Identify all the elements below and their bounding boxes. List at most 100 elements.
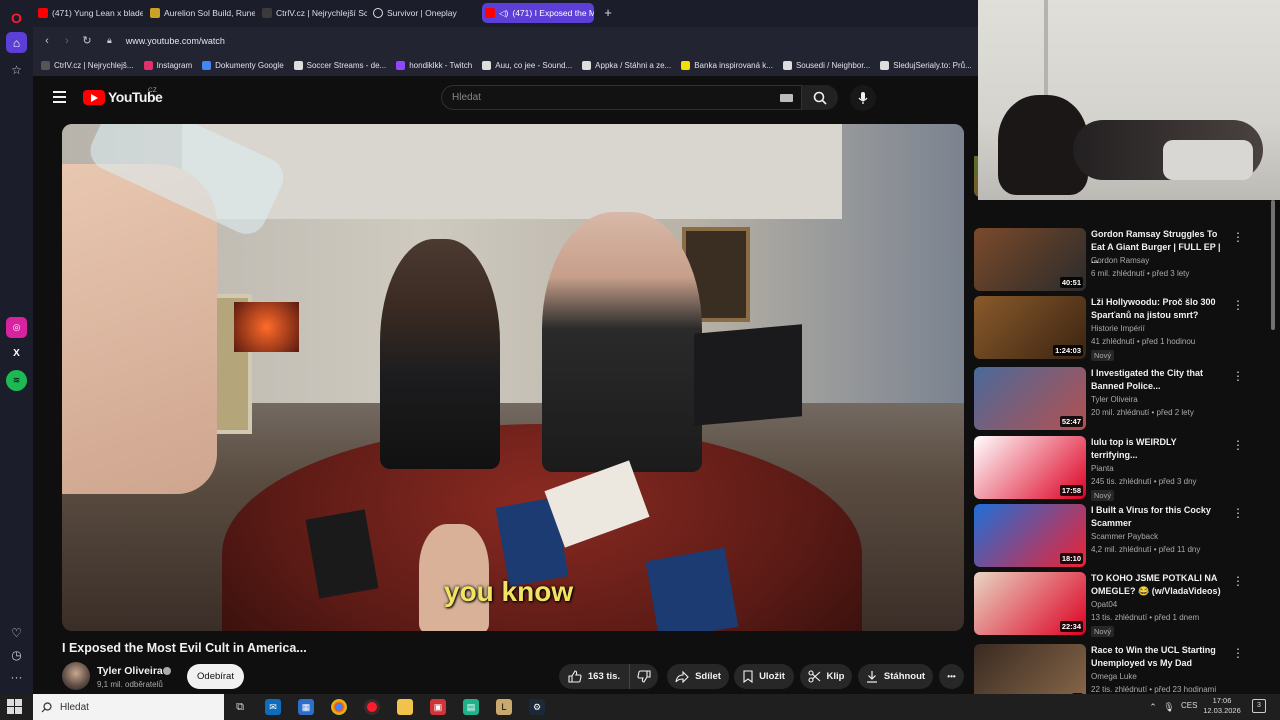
x-twitter-icon[interactable]: X — [6, 343, 27, 364]
tab-survivor[interactable]: Survivor | Oneplay — [370, 3, 478, 23]
recommendation-thumbnail[interactable]: 17:58 — [974, 436, 1086, 499]
tab-active-video[interactable]: ◁) (471) I Exposed the M — [482, 3, 594, 23]
more-vert-icon[interactable]: ⋮ — [1232, 506, 1244, 520]
recommendation-item[interactable]: ◷Race to Win the UCL Starting Unemployed… — [974, 644, 1274, 694]
recommendation-item[interactable]: 17:58 lulu top is WEIRDLY terrifying... Pi… — [974, 436, 1274, 502]
bookmark-google-docs[interactable]: Dokumenty Google — [202, 60, 284, 70]
recommendation-item[interactable]: 22:34 TO KOHO JSME POTKALI NA OMEGLE? 😂 (… — [974, 572, 1274, 638]
new-tab-button[interactable]: + — [601, 6, 615, 20]
spotify-icon[interactable]: ≋ — [6, 370, 27, 391]
share-button[interactable]: Sdílet — [667, 664, 729, 689]
favorites-heart-icon[interactable]: ♡ — [6, 622, 27, 643]
outlook-icon[interactable]: ✉ — [265, 699, 281, 715]
bookmark-sousedi[interactable]: Sousedi / Neighbor... — [782, 60, 870, 70]
more-actions-button[interactable]: ••• — [939, 664, 964, 689]
back-icon[interactable]: ‹ — [37, 35, 57, 47]
more-vert-icon[interactable]: ⋮ — [1232, 369, 1244, 383]
recommendation-title[interactable]: Lži Hollywoodu: Proč šlo 300 Sparťanů na… — [1091, 296, 1223, 322]
recommendation-title[interactable]: I Built a Virus for this Cocky Scammer — [1091, 504, 1223, 530]
more-vert-icon[interactable]: ⋮ — [1232, 574, 1244, 588]
opera-icon[interactable] — [364, 699, 380, 715]
recommendation-thumbnail[interactable]: ◷ — [974, 644, 1086, 694]
tray-arrow-icon[interactable]: ⌃ — [1145, 699, 1161, 715]
bookmark-soccer[interactable]: Soccer Streams - de... — [293, 60, 386, 70]
taskbar-search-input[interactable]: Hledat — [33, 694, 224, 720]
clip-button[interactable]: Klip — [800, 664, 852, 689]
url-field[interactable]: www.youtube.com/watch — [126, 36, 225, 46]
channel-name[interactable]: Tyler Oliveira — [97, 665, 163, 677]
more-vert-icon[interactable]: ⋮ — [1232, 438, 1244, 452]
search-input[interactable]: Hledat — [441, 85, 802, 110]
recommendation-channel[interactable]: Omega Luke — [1091, 672, 1137, 681]
notification-center-icon[interactable]: 3 — [1252, 699, 1266, 713]
tab-ctrlv[interactable]: CtrlV.cz | Nejrychlejší Scre — [259, 3, 367, 23]
more-vert-icon[interactable]: ⋮ — [1232, 646, 1244, 660]
instagram-icon[interactable]: ◎ — [6, 317, 27, 338]
recommendation-item[interactable]: 40:51 Gordon Ramsay Struggles To Eat A Gi… — [974, 228, 1274, 294]
microsoft-store-icon[interactable]: ▦ — [298, 699, 314, 715]
tab-aurelion[interactable]: Aurelion Sol Build, Runes — [147, 3, 255, 23]
recommendation-title[interactable]: TO KOHO JSME POTKALI NA OMEGLE? 😂 (w/Vla… — [1091, 572, 1223, 598]
bookmark-soundcloud[interactable]: Auu, co jee - Sound... — [482, 60, 572, 70]
red-app-icon[interactable]: ▣ — [430, 699, 446, 715]
green-app-icon[interactable]: ▤ — [463, 699, 479, 715]
recommendation-title[interactable]: I Investigated the City that Banned Poli… — [1091, 367, 1223, 393]
forward-icon[interactable]: › — [57, 35, 77, 47]
recommendation-channel[interactable]: Gordon Ramsay — [1091, 256, 1149, 265]
bookmark-twitch[interactable]: hondiklkk - Twitch — [396, 60, 472, 70]
download-button[interactable]: Stáhnout — [858, 664, 933, 689]
thumbs-down-icon — [637, 670, 651, 683]
recommendation-channel[interactable]: Pianta — [1091, 464, 1114, 473]
recommendation-title[interactable]: Race to Win the UCL Starting Unemployed … — [1091, 644, 1223, 670]
chrome-icon[interactable] — [331, 699, 347, 715]
tab-yung-lean[interactable]: (471) Yung Lean x bladee — [35, 3, 143, 23]
page-scrollbar[interactable] — [1271, 200, 1275, 330]
windows-start-icon[interactable] — [7, 699, 23, 715]
history-clock-icon[interactable]: ◷ — [6, 644, 27, 665]
more-dots-icon[interactable]: ··· — [6, 666, 27, 687]
voice-search-button[interactable] — [850, 85, 876, 111]
subscribe-button[interactable]: Odebírat — [187, 664, 244, 689]
recommendation-channel[interactable]: Tyler Oliveira — [1091, 395, 1138, 404]
recommendation-item[interactable]: 1:24:03 Lži Hollywoodu: Proč šlo 300 Spar… — [974, 296, 1274, 362]
like-button[interactable]: 163 tis. — [559, 664, 629, 689]
page-favicon-icon — [582, 60, 592, 70]
recommendation-thumbnail[interactable]: 1:24:03 — [974, 296, 1086, 359]
input-language[interactable]: CES — [1181, 701, 1197, 710]
recommendation-item[interactable]: 18:10 I Built a Virus for this Cocky Scam… — [974, 504, 1274, 570]
home-icon[interactable]: ⌂ — [6, 32, 27, 53]
file-explorer-icon[interactable] — [397, 699, 413, 715]
bookmark-instagram[interactable]: Instagram — [143, 60, 192, 70]
video-player[interactable]: you know — [62, 124, 964, 631]
recommendation-thumbnail[interactable]: 22:34 — [974, 572, 1086, 635]
pinboard-icon[interactable]: ☆ — [6, 59, 27, 80]
recommendation-channel[interactable]: Opat04 — [1091, 600, 1117, 609]
bookmark-serialy[interactable]: SledujSerialy.to: Prů... — [880, 60, 972, 70]
recommendation-thumbnail[interactable]: 52:47 — [974, 367, 1086, 430]
keyboard-icon[interactable] — [780, 94, 793, 102]
task-view-icon[interactable]: ⧉ — [232, 699, 248, 715]
new-badge: Nový — [1091, 626, 1115, 637]
recommendation-channel[interactable]: Historie Impérií — [1091, 324, 1145, 333]
save-button[interactable]: Uložit — [734, 664, 794, 689]
bookmark-ctrlv[interactable]: CtrlV.cz | Nejrychlejš... — [41, 60, 134, 70]
recommendation-thumbnail[interactable]: 18:10 — [974, 504, 1086, 567]
more-vert-icon[interactable]: ⋮ — [1232, 298, 1244, 312]
tray-clock[interactable]: 17:06 12.03.2026 — [1203, 696, 1241, 716]
recommendation-title[interactable]: lulu top is WEIRDLY terrifying... — [1091, 436, 1223, 462]
microphone-tray-icon[interactable]: 🎙︎ — [1161, 699, 1177, 715]
channel-avatar[interactable] — [62, 662, 90, 690]
bookmark-appka[interactable]: Appka / Stáhni a ze... — [582, 60, 671, 70]
steam-icon[interactable]: ⚙ — [529, 699, 545, 715]
recommendation-channel[interactable]: Scammer Payback — [1091, 532, 1158, 541]
opera-logo-icon[interactable]: O — [6, 7, 27, 28]
recommendation-thumbnail[interactable]: 40:51 — [974, 228, 1086, 291]
dislike-button[interactable] — [629, 664, 658, 689]
reload-icon[interactable]: ↻ — [77, 34, 97, 47]
more-vert-icon[interactable]: ⋮ — [1232, 230, 1244, 244]
league-of-legends-icon[interactable]: L — [496, 699, 512, 715]
search-button[interactable] — [802, 85, 838, 110]
bookmark-banka[interactable]: Banka inspirovaná k... — [681, 60, 773, 70]
recommendation-item[interactable]: 52:47 I Investigated the City that Banned… — [974, 367, 1274, 433]
hamburger-menu-icon[interactable] — [53, 91, 66, 103]
